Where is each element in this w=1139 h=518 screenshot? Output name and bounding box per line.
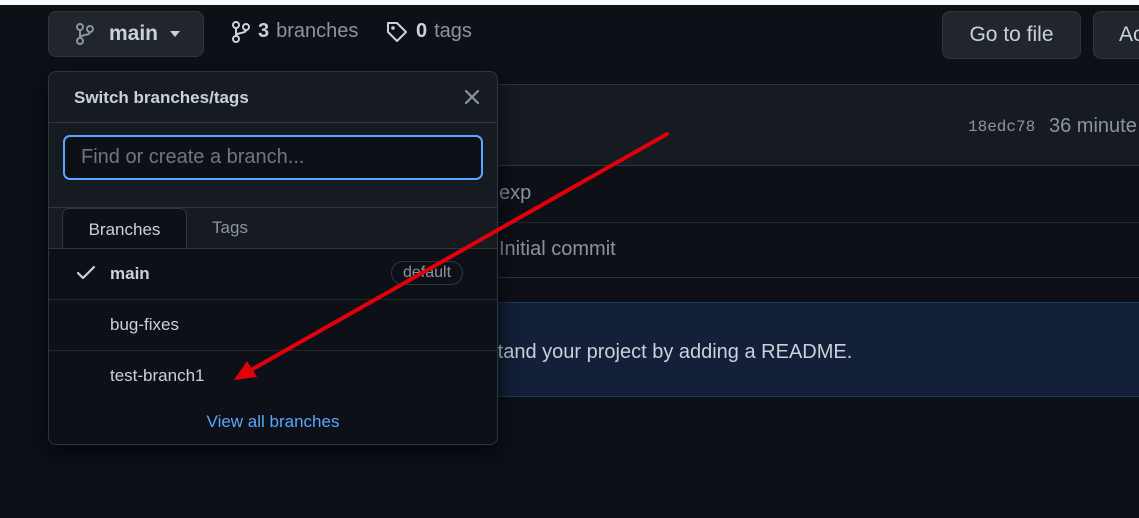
tags-link[interactable]: 0 tags xyxy=(386,20,472,43)
branch-name: main xyxy=(110,264,150,283)
file-commit-message[interactable]: exp xyxy=(499,182,531,205)
branches-label: branches xyxy=(276,20,359,42)
default-badge: default xyxy=(391,261,464,285)
branch-list: main default bug-fixes test-branch1 xyxy=(49,249,497,401)
branch-item-test-branch1[interactable]: test-branch1 xyxy=(49,351,497,401)
branch-select-button[interactable]: main xyxy=(48,11,204,57)
tab-tags[interactable]: Tags xyxy=(189,208,271,248)
triangle-down-icon xyxy=(170,31,181,37)
tab-branches[interactable]: Branches xyxy=(62,208,187,250)
branch-name: test-branch1 xyxy=(110,366,205,385)
tags-count: 0 xyxy=(416,20,428,42)
dropdown-title: Switch branches/tags xyxy=(74,88,249,107)
tag-icon xyxy=(386,21,408,43)
view-all-branches-link[interactable]: View all branches xyxy=(49,399,497,444)
go-to-file-button[interactable]: Go to file xyxy=(942,11,1081,59)
branch-name: bug-fixes xyxy=(110,315,179,334)
commit-sha[interactable]: 18edc78 xyxy=(968,118,1035,136)
branch-item-main[interactable]: main default xyxy=(49,249,497,300)
tags-label: tags xyxy=(434,20,472,42)
file-commit-message[interactable]: Initial commit xyxy=(499,238,616,261)
readme-prompt-text: rstand your project by adding a README. xyxy=(481,341,853,363)
add-file-button[interactable]: Ac xyxy=(1093,11,1139,59)
branches-link[interactable]: 3 branches xyxy=(232,20,358,43)
branch-search-area xyxy=(49,122,497,208)
close-icon[interactable] xyxy=(461,86,483,108)
branch-search-input[interactable] xyxy=(63,135,483,180)
branches-count: 3 xyxy=(258,20,270,42)
check-icon xyxy=(76,265,96,281)
branch-select-label: main xyxy=(109,22,159,45)
browser-top-strip xyxy=(0,0,1139,5)
dropdown-header: Switch branches/tags xyxy=(49,72,497,123)
branch-switch-dropdown: Switch branches/tags Branches Tags main … xyxy=(48,71,498,445)
git-branch-icon xyxy=(76,23,96,45)
commit-time: 36 minute xyxy=(1049,115,1137,137)
branch-item-bug-fixes[interactable]: bug-fixes xyxy=(49,300,497,351)
git-branch-icon xyxy=(232,20,250,43)
